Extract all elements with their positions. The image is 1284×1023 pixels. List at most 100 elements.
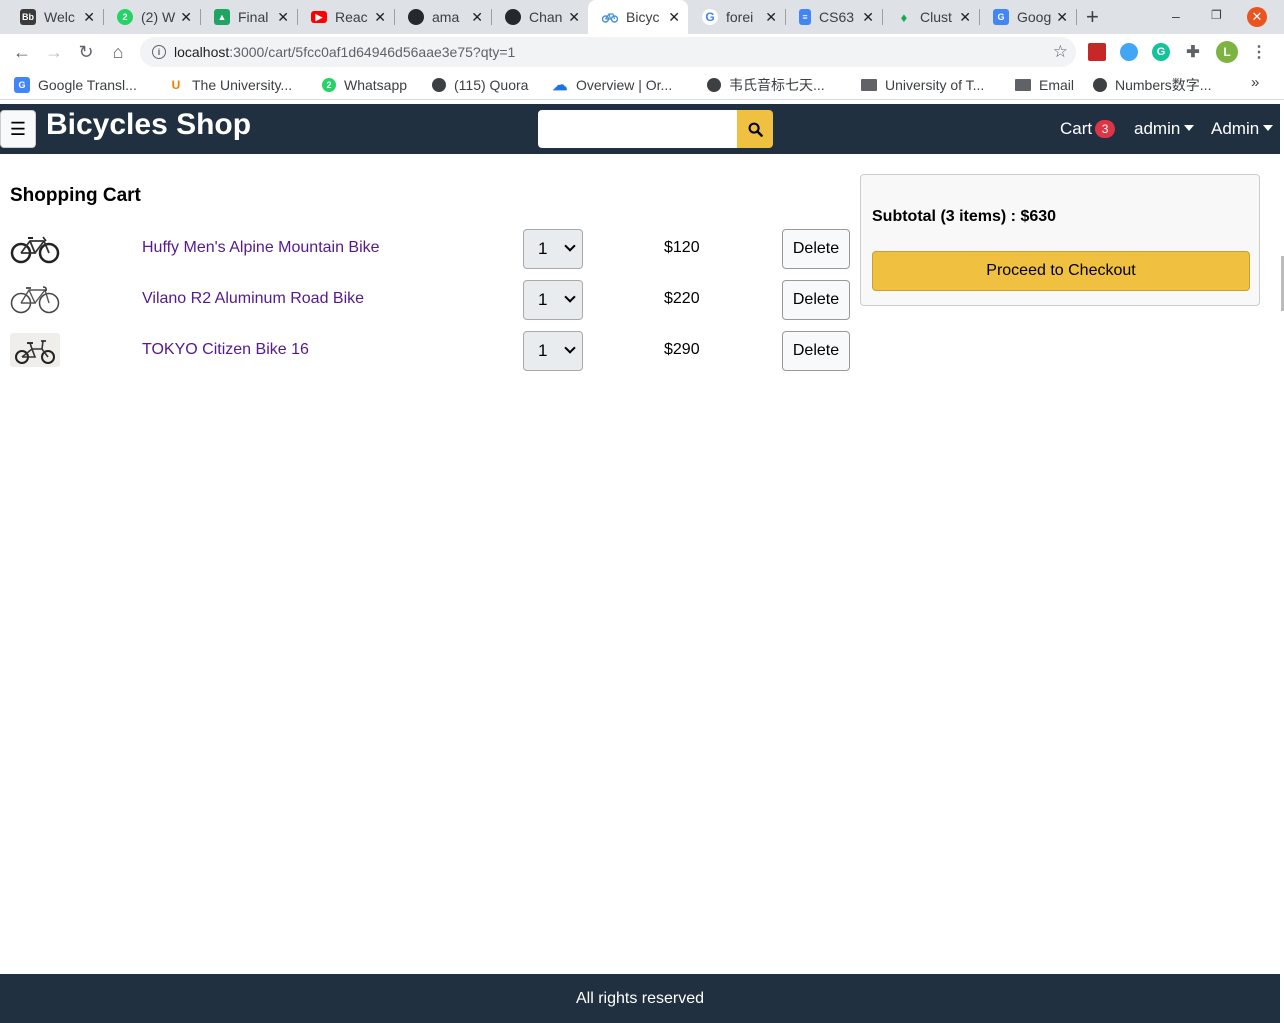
footer-text: All rights reserved — [575, 989, 705, 1007]
footer: All rights reserved — [0, 974, 1280, 1023]
quantity-select[interactable]: 1 — [523, 280, 583, 320]
bookmark-item[interactable]: 韦氏音标七天... — [707, 76, 825, 94]
close-tab-icon[interactable]: ✕ — [180, 9, 192, 25]
product-link[interactable]: TOKYO Citizen Bike 16 — [142, 341, 309, 359]
cart-item-row: Vilano R2 Aluminum Road Bike 1 $220 Dele… — [10, 280, 850, 320]
caret-down-icon — [1184, 125, 1195, 131]
extensions-puzzle-icon[interactable]: ✚ — [1184, 43, 1202, 61]
delete-button[interactable]: Delete — [782, 280, 850, 320]
close-tab-icon[interactable]: ✕ — [1056, 9, 1068, 25]
browser-tab[interactable]: ama ✕ — [394, 0, 492, 34]
bookmark-item[interactable]: Numbers数字... — [1093, 76, 1211, 94]
browser-tab[interactable]: G Goog ✕ — [979, 0, 1077, 34]
home-icon[interactable]: ⌂ — [106, 40, 130, 64]
bookmark-item[interactable]: ☁ Overview | Or... — [552, 76, 673, 94]
browser-tab[interactable]: ≡ CS63 ✕ — [785, 0, 883, 34]
scrollbar-track[interactable] — [1280, 104, 1284, 1023]
globe-icon — [1093, 78, 1107, 92]
bookmark-item[interactable]: G Google Transl... — [14, 76, 137, 94]
close-tab-icon[interactable]: ✕ — [471, 9, 483, 25]
browser-tab-strip: Bb Welc ✕ 2 (2) W ✕ ▲ Final ✕ ▶ Reac ✕ a… — [0, 0, 1284, 34]
close-tab-icon[interactable]: ✕ — [277, 9, 289, 25]
bookmark-item[interactable]: University of T... — [861, 76, 984, 94]
browser-tab[interactable]: 2 (2) W ✕ — [103, 0, 201, 34]
browser-tab-active[interactable]: Bicyc ✕ — [588, 0, 688, 34]
close-tab-icon[interactable]: ✕ — [959, 9, 971, 25]
browser-tab[interactable]: ▲ Final ✕ — [200, 0, 298, 34]
google-docs-icon: ≡ — [799, 9, 811, 25]
delete-button[interactable]: Delete — [782, 331, 850, 371]
chevron-down-icon — [564, 240, 576, 252]
google-icon: G — [702, 9, 718, 25]
folder-icon — [861, 79, 877, 91]
bookmark-item[interactable]: (115) Quora — [432, 76, 528, 94]
browser-tab[interactable]: ▶ Reac ✕ — [297, 0, 395, 34]
bookmark-item[interactable]: 2 Whatsapp — [322, 76, 407, 94]
cloud-icon: ☁ — [552, 77, 568, 94]
bookmark-item[interactable]: Email — [1015, 76, 1074, 94]
mountain-bike-image — [10, 236, 60, 264]
close-tab-icon[interactable]: ✕ — [83, 9, 95, 25]
close-tab-icon[interactable]: ✕ — [862, 9, 874, 25]
search-icon — [748, 122, 763, 137]
restore-icon[interactable]: ❐ — [1211, 8, 1222, 22]
bookmark-star-icon[interactable]: ☆ — [1053, 42, 1068, 62]
product-link[interactable]: Huffy Men's Alpine Mountain Bike — [142, 239, 380, 257]
profile-avatar[interactable]: L — [1216, 41, 1238, 63]
info-icon[interactable]: i — [152, 45, 166, 59]
extension-shield-icon[interactable] — [1120, 43, 1138, 61]
browser-tab[interactable]: ♦ Clust ✕ — [882, 0, 980, 34]
new-tab-icon[interactable]: + — [1086, 6, 1099, 28]
close-tab-icon[interactable]: ✕ — [374, 9, 386, 25]
url-host: localhost — [174, 44, 230, 60]
caret-down-icon — [1263, 125, 1274, 131]
bookmark-item[interactable]: U The University... — [168, 76, 292, 94]
cart-item-row: Huffy Men's Alpine Mountain Bike 1 $120 … — [10, 229, 850, 269]
extension-book-icon[interactable] — [1088, 43, 1106, 61]
address-bar[interactable]: i localhost:3000/cart/5fcc0af1d64946d56a… — [140, 37, 1076, 67]
browser-tab[interactable]: Chan ✕ — [491, 0, 589, 34]
quantity-select[interactable]: 1 — [523, 331, 583, 371]
more-bookmarks-chevron-icon[interactable]: » — [1251, 74, 1259, 91]
mongodb-leaf-icon: ♦ — [900, 9, 908, 25]
quantity-select[interactable]: 1 — [523, 229, 583, 269]
browser-toolbar: ← → ↻ ⌂ i localhost:3000/cart/5fcc0af1d6… — [0, 34, 1284, 70]
cart-link[interactable]: Cart 3 — [1060, 119, 1116, 139]
university-logo-icon: U — [171, 78, 181, 92]
globe-icon — [432, 78, 446, 92]
item-price: $290 — [664, 341, 700, 358]
checkout-button[interactable]: Proceed to Checkout — [872, 251, 1250, 291]
reload-icon[interactable]: ↻ — [74, 40, 98, 64]
folder-icon — [1015, 79, 1031, 91]
city-bike-image — [10, 333, 60, 367]
youtube-icon: ▶ — [311, 11, 327, 23]
search-button[interactable] — [737, 110, 773, 148]
cart-item-row: TOKYO Citizen Bike 16 1 $290 Delete — [10, 331, 850, 371]
google-translate-icon: G — [993, 9, 1009, 25]
close-tab-icon[interactable]: ✕ — [765, 9, 777, 25]
user-dropdown[interactable]: admin — [1134, 119, 1195, 139]
search-input[interactable] — [538, 110, 738, 148]
browser-tab[interactable]: G forei ✕ — [688, 0, 786, 34]
window-close-icon[interactable]: ✕ — [1247, 7, 1267, 27]
delete-button[interactable]: Delete — [782, 229, 850, 269]
item-price: $120 — [664, 239, 700, 256]
browser-tab[interactable]: Bb Welc ✕ — [6, 0, 104, 34]
close-tab-icon[interactable]: ✕ — [668, 9, 680, 25]
hamburger-menu-icon[interactable]: ☰ — [0, 110, 36, 148]
forward-arrow-icon[interactable]: → — [42, 40, 66, 64]
page-title: Shopping Cart — [10, 185, 141, 206]
github-icon — [505, 9, 521, 25]
brand-logo[interactable]: Bicycles Shop — [46, 108, 251, 142]
menu-dots-icon[interactable]: ⋮ — [1250, 43, 1268, 61]
whatsapp-icon: 2 — [117, 9, 133, 25]
google-drive-icon: ▲ — [214, 9, 230, 25]
close-tab-icon[interactable]: ✕ — [568, 9, 580, 25]
admin-dropdown[interactable]: Admin — [1211, 119, 1274, 139]
chevron-down-icon — [564, 291, 576, 303]
back-arrow-icon[interactable]: ← — [10, 40, 34, 64]
minimize-icon[interactable]: – — [1172, 8, 1180, 24]
bookmarks-bar: G Google Transl... U The University... 2 Wh… — [0, 70, 1284, 100]
product-link[interactable]: Vilano R2 Aluminum Road Bike — [142, 290, 364, 308]
grammarly-icon[interactable]: G — [1152, 43, 1170, 61]
